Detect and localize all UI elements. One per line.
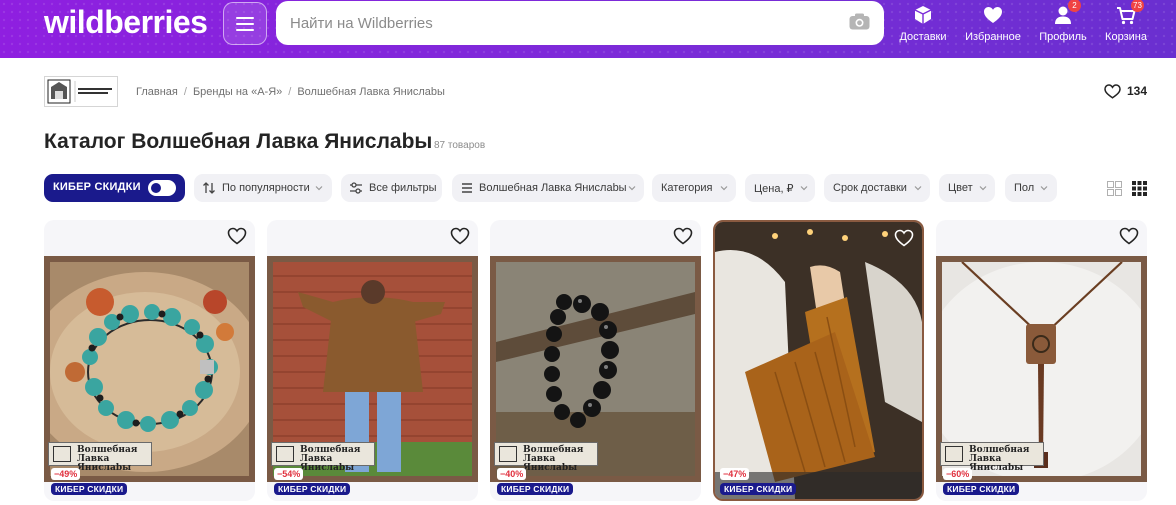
brand-watermark: Волшебная Лавка Янислаbы bbox=[940, 442, 1044, 473]
product-card[interactable]: Волшебная Лавка Янислаbы −54% КИБЕР СКИД… bbox=[267, 220, 478, 501]
cyber-discount-badge: КИБЕР СКИДКИ bbox=[497, 483, 574, 495]
discount-badge: −40% bbox=[497, 468, 527, 480]
nav-label: Корзина bbox=[1105, 31, 1147, 43]
category-dropdown[interactable]: Категория bbox=[652, 174, 736, 202]
header-bar: wildberries Доставки Избранное 2 Профиль bbox=[0, 0, 1176, 58]
breadcrumb-home[interactable]: Главная bbox=[136, 86, 178, 98]
chevron-down-icon bbox=[1040, 186, 1048, 191]
cyber-discount-badge: КИБЕР СКИДКИ bbox=[274, 483, 351, 495]
chevron-down-icon bbox=[914, 186, 922, 191]
burger-line bbox=[236, 23, 254, 25]
list-icon bbox=[462, 183, 472, 193]
delivery-time-dropdown[interactable]: Срок доставки bbox=[824, 174, 930, 202]
product-card[interactable]: Волшебная Лавка Янислаbы −40% КИБЕР СКИД… bbox=[490, 220, 701, 501]
burger-line bbox=[236, 17, 254, 19]
watermark-text: Волшебная Лавка Янислаbы bbox=[300, 445, 361, 473]
chevron-down-icon bbox=[720, 186, 728, 191]
discount-badge: −47% bbox=[720, 468, 750, 480]
sort-label: По популярности bbox=[222, 182, 310, 194]
delivery-time-label: Срок доставки bbox=[833, 182, 907, 194]
brand-watermark: Волшебная Лавка Янислаbы bbox=[48, 442, 152, 473]
wildberries-logo[interactable]: wildberries bbox=[44, 4, 208, 41]
cart-icon: 73 bbox=[1115, 0, 1144, 26]
add-to-favorites-icon[interactable] bbox=[450, 226, 470, 246]
sort-icon bbox=[203, 182, 215, 194]
discount-badge: −60% bbox=[943, 468, 973, 480]
gender-label: Пол bbox=[1014, 182, 1035, 194]
all-filters-label: Все фильтры bbox=[369, 182, 437, 194]
cyber-toggle-label: КИБЕР СКИДКИ bbox=[53, 181, 141, 193]
nav-cart[interactable]: 73 Корзина bbox=[1096, 0, 1156, 50]
product-count: 87 товаров bbox=[434, 140, 486, 151]
box-icon bbox=[912, 4, 934, 26]
add-to-favorites-icon[interactable] bbox=[1119, 226, 1139, 246]
menu-button[interactable] bbox=[223, 2, 267, 45]
brand-emblem-icon bbox=[499, 446, 517, 462]
product-card[interactable]: −47% КИБЕР СКИДКИ bbox=[713, 220, 924, 501]
heart-outline-icon bbox=[1104, 84, 1121, 100]
cyber-discount-toggle[interactable]: КИБЕР СКИДКИ bbox=[44, 174, 185, 202]
nav-deliveries[interactable]: Доставки bbox=[893, 4, 953, 50]
nav-label: Избранное bbox=[965, 31, 1021, 43]
brand-watermark: Волшебная Лавка Янислаbы bbox=[494, 442, 598, 473]
camera-icon[interactable] bbox=[849, 13, 870, 30]
price-dropdown[interactable]: Цена, ₽ bbox=[745, 174, 815, 202]
brand-emblem-icon bbox=[53, 446, 71, 462]
nav-favorites[interactable]: Избранное bbox=[963, 4, 1023, 50]
product-image[interactable] bbox=[715, 222, 922, 499]
price-label: Цена, ₽ bbox=[754, 183, 794, 195]
brand-emblem-icon bbox=[945, 446, 963, 462]
cyber-discount-badge: КИБЕР СКИДКИ bbox=[51, 483, 128, 495]
color-label: Цвет bbox=[948, 182, 973, 194]
brand-filter-dropdown[interactable]: Волшебная Лавка Янислаbы bbox=[452, 174, 644, 202]
cyber-discount-badge: КИБЕР СКИДКИ bbox=[943, 483, 1020, 495]
add-to-favorites-icon[interactable] bbox=[227, 226, 247, 246]
discount-badge: −49% bbox=[51, 468, 81, 480]
breadcrumb-current: Волшебная Лавка Янислаbы bbox=[297, 86, 445, 98]
add-to-favorites-icon[interactable] bbox=[673, 226, 693, 246]
chevron-down-icon bbox=[979, 186, 987, 191]
add-to-favorites-icon[interactable] bbox=[894, 228, 914, 248]
brand-watermark: Волшебная Лавка Янислаbы bbox=[271, 442, 375, 473]
brand-filter-label: Волшебная Лавка Янислаbы bbox=[479, 182, 627, 194]
watermark-text: Волшебная Лавка Янислаbы bbox=[969, 445, 1030, 473]
search-bar bbox=[276, 1, 884, 45]
breadcrumb: Главная / Бренды на «А-Я» / Волшебная Лавка … bbox=[136, 86, 445, 98]
nav-profile[interactable]: 2 Профиль bbox=[1033, 0, 1093, 50]
cart-badge: 73 bbox=[1131, 0, 1144, 12]
gender-dropdown[interactable]: Пол bbox=[1005, 174, 1057, 202]
product-card[interactable]: Волшебная Лавка Янислаbы −49% КИБЕР СКИД… bbox=[44, 220, 255, 501]
breadcrumb-separator: / bbox=[288, 86, 292, 98]
search-input[interactable] bbox=[290, 12, 830, 34]
user-icon: 2 bbox=[1052, 0, 1081, 26]
category-label: Категория bbox=[661, 182, 713, 194]
brand-logo[interactable] bbox=[44, 76, 118, 107]
product-card[interactable]: Волшебная Лавка Янислаbы −60% КИБЕР СКИД… bbox=[936, 220, 1147, 501]
brand-favorite-button[interactable]: 134 bbox=[1104, 84, 1147, 100]
page-title: Каталог Волшебная Лавка Янислаbы bbox=[44, 130, 433, 153]
breadcrumb-separator: / bbox=[183, 86, 187, 98]
profile-badge: 2 bbox=[1068, 0, 1081, 12]
brand-emblem-icon bbox=[276, 446, 294, 462]
toggle-switch[interactable] bbox=[148, 180, 176, 196]
favorites-count: 134 bbox=[1126, 84, 1147, 98]
nav-label: Профиль bbox=[1039, 31, 1087, 43]
discount-badge: −54% bbox=[274, 468, 304, 480]
breadcrumb-brands[interactable]: Бренды на «А-Я» bbox=[193, 86, 282, 98]
nav-label: Доставки bbox=[899, 31, 947, 43]
all-filters-button[interactable]: Все фильтры bbox=[341, 174, 442, 202]
burger-line bbox=[236, 29, 254, 31]
chevron-down-icon bbox=[315, 186, 323, 191]
filter-icon bbox=[350, 182, 362, 194]
cyber-discount-badge: КИБЕР СКИДКИ bbox=[720, 483, 797, 495]
chevron-down-icon bbox=[628, 186, 636, 191]
watermark-text: Волшебная Лавка Янислаbы bbox=[77, 445, 138, 473]
watermark-text: Волшебная Лавка Янислаbы bbox=[523, 445, 584, 473]
heart-icon bbox=[982, 4, 1004, 26]
large-grid-view-icon[interactable] bbox=[1107, 181, 1122, 196]
small-grid-view-icon[interactable] bbox=[1132, 181, 1147, 196]
sort-dropdown[interactable]: По популярности bbox=[194, 174, 332, 202]
chevron-down-icon bbox=[800, 186, 808, 191]
color-dropdown[interactable]: Цвет bbox=[939, 174, 995, 202]
